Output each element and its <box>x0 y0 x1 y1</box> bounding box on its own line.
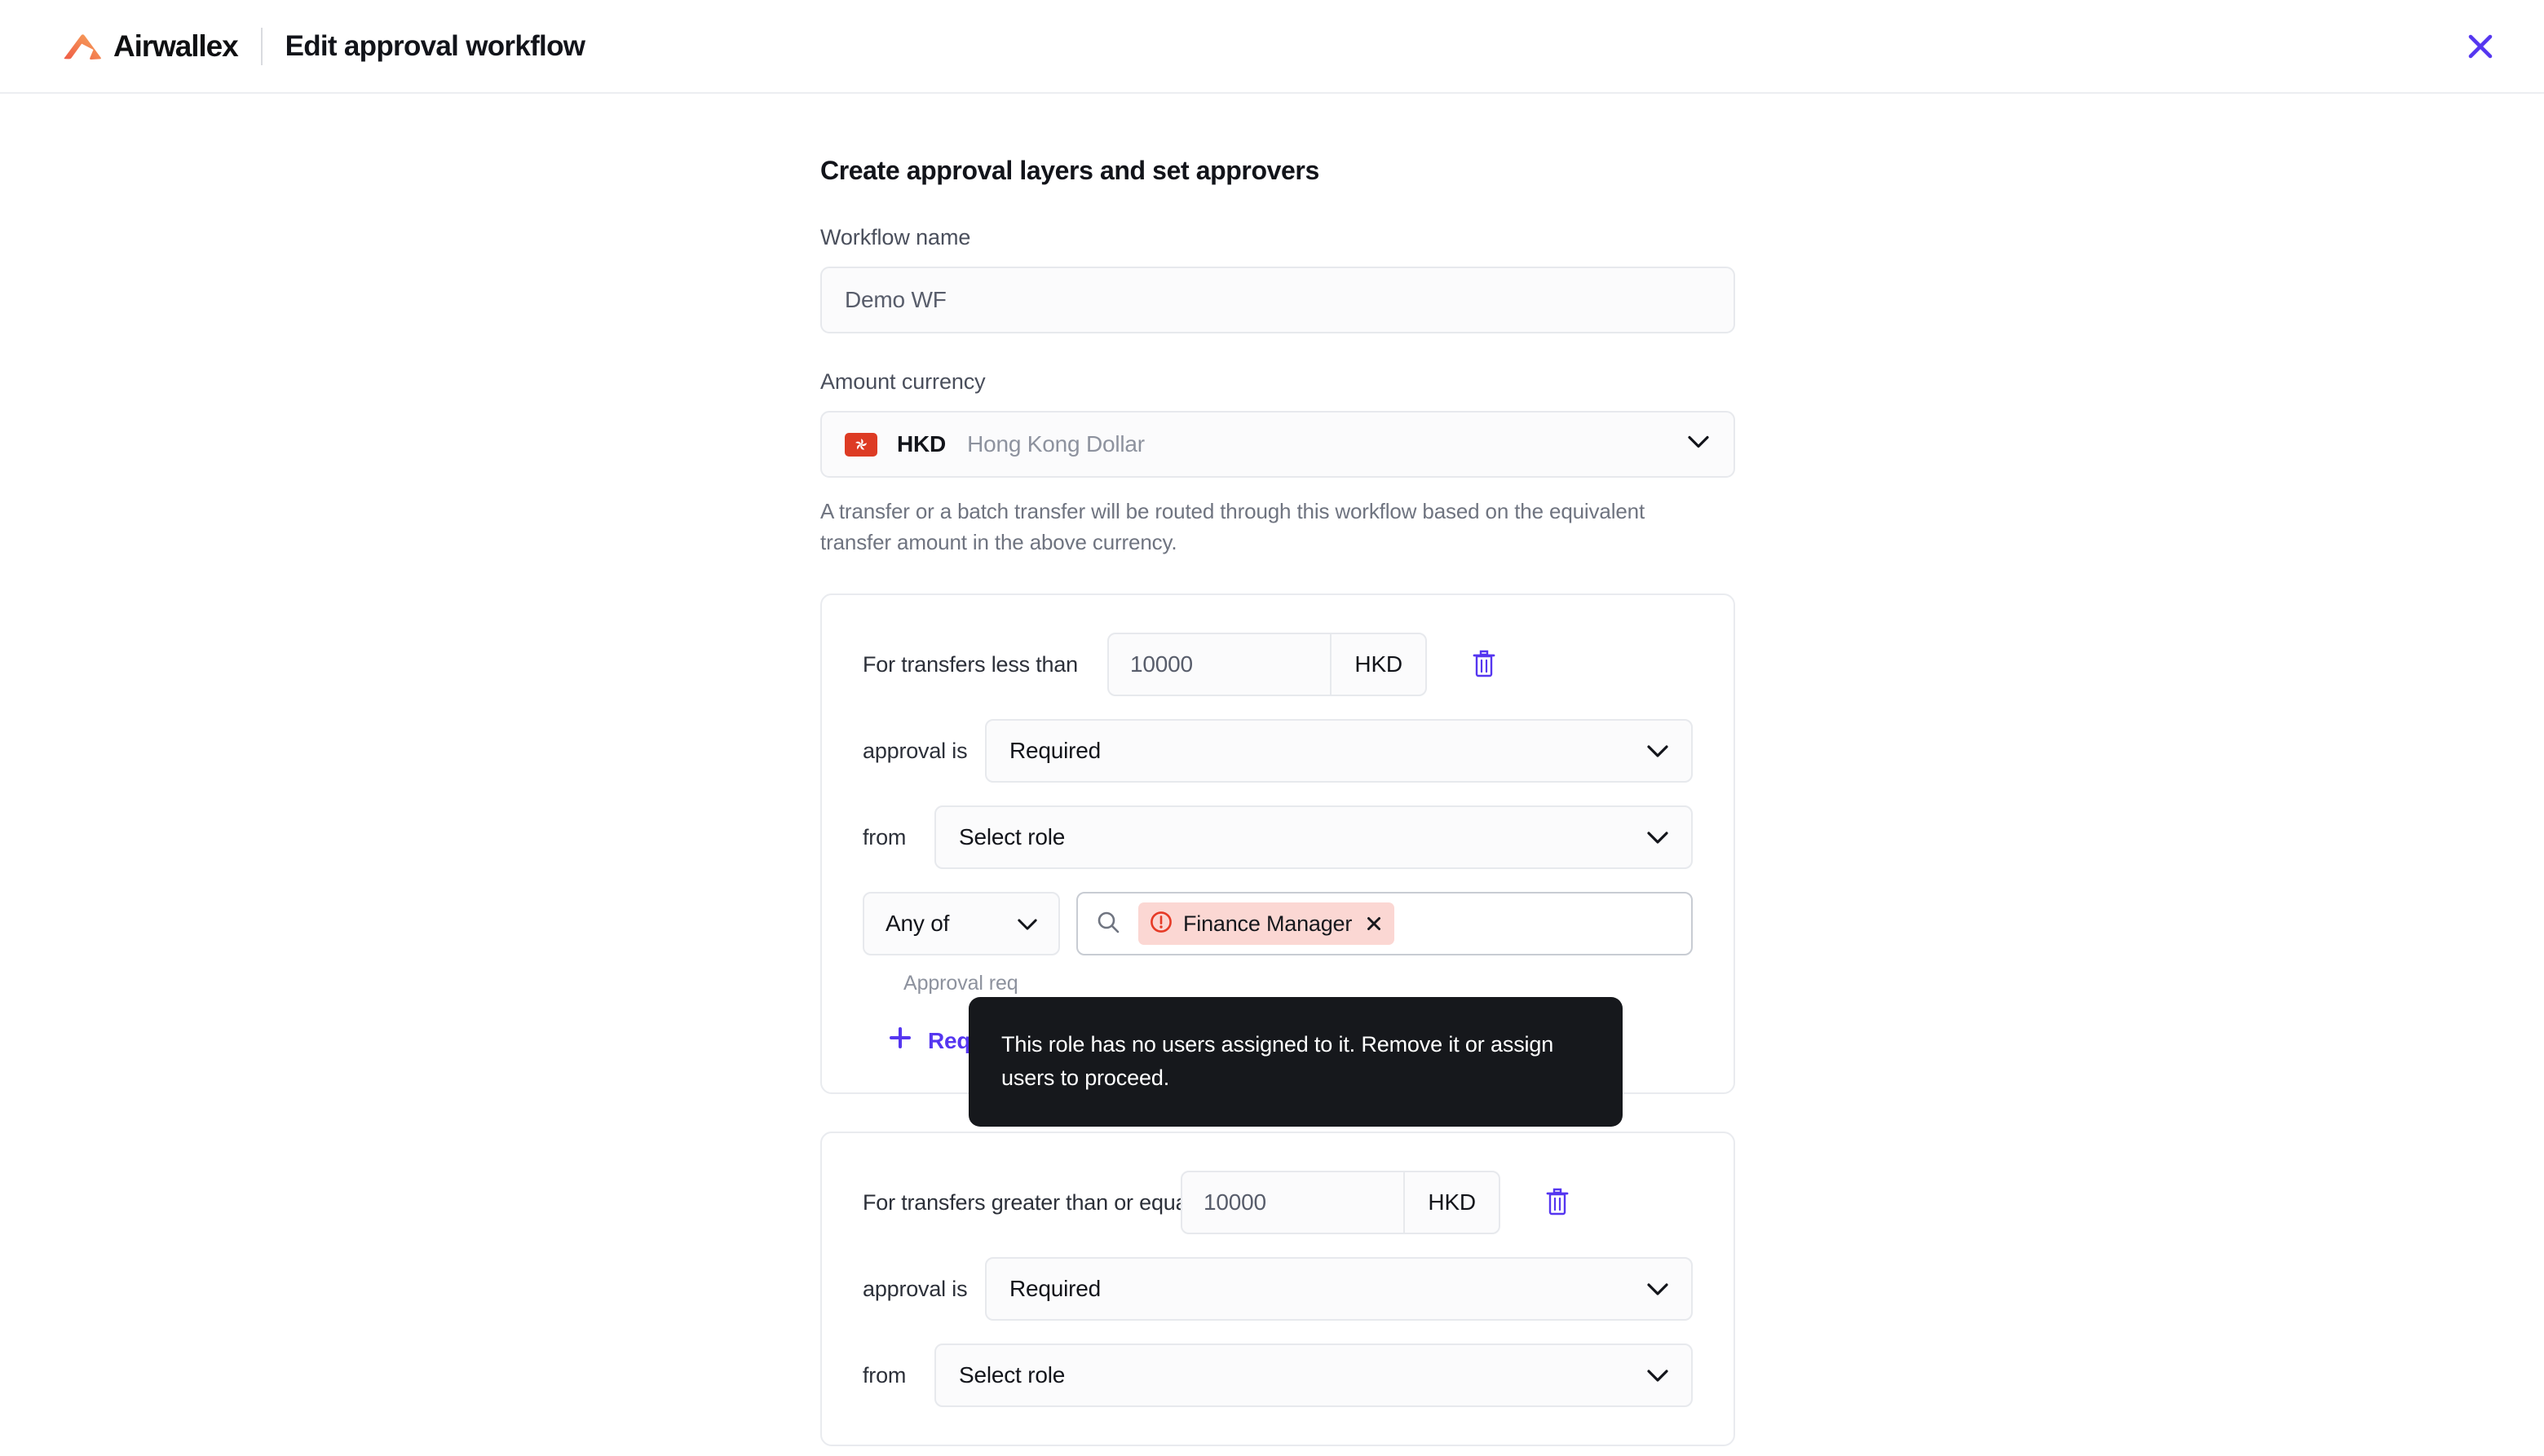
close-icon <box>2467 33 2494 60</box>
layer-roles-row: Any of <box>863 892 1693 955</box>
chevron-down-icon <box>1688 436 1709 453</box>
role-search-input[interactable]: Finance Manager <box>1076 892 1693 955</box>
currency-name: Hong Kong Dollar <box>967 431 1145 457</box>
role-source-value: Select role <box>959 1362 1065 1388</box>
amount-currency-helper: A transfer or a batch transfer will be r… <box>820 496 1701 558</box>
amount-threshold-input[interactable]: 10000 <box>1182 1172 1403 1233</box>
role-warning-tooltip: This role has no users assigned to it. R… <box>969 997 1623 1127</box>
layer-approval-row: approval is Required <box>863 1257 1693 1321</box>
app-header: Airwallex Edit approval workflow <box>0 0 2544 94</box>
layer-condition-row: For transfers less than 10000 HKD <box>863 633 1693 696</box>
delete-layer-button[interactable] <box>1535 1180 1580 1225</box>
layer-approval-row: approval is Required <box>863 719 1693 783</box>
layer-condition-label: For transfers greater than or equal to <box>863 1190 1181 1216</box>
approval-requirement-value: Required <box>1009 738 1101 764</box>
layer-condition-label: For transfers less than <box>863 652 1107 677</box>
chevron-down-icon <box>1018 911 1037 937</box>
chevron-down-icon <box>1647 1362 1668 1388</box>
chevron-down-icon <box>1647 738 1668 764</box>
chevron-down-icon <box>1647 824 1668 850</box>
chevron-down-icon <box>1647 1276 1668 1302</box>
layer-from-row: from Select role <box>863 805 1693 869</box>
workflow-name-field: Workflow name Demo WF <box>820 227 1735 333</box>
amount-currency-select[interactable]: HKD Hong Kong Dollar <box>820 411 1735 478</box>
layer-condition-row: For transfers greater than or equal to 1… <box>863 1171 1693 1234</box>
brand-name: Airwallex <box>113 31 238 61</box>
plus-icon <box>889 1026 912 1055</box>
section-title: Create approval layers and set approvers <box>820 156 1735 186</box>
role-source-select[interactable]: Select role <box>934 1343 1693 1407</box>
trash-icon <box>1472 650 1496 680</box>
role-chip[interactable]: Finance Manager <box>1138 902 1394 945</box>
role-chip-label: Finance Manager <box>1183 911 1352 937</box>
brand: Airwallex Edit approval workflow <box>62 0 585 92</box>
approval-requirement-value: Required <box>1009 1276 1101 1302</box>
search-icon <box>1096 910 1120 938</box>
airwallex-logo-icon <box>62 33 104 60</box>
amount-threshold-input[interactable]: 10000 <box>1109 634 1330 695</box>
delete-layer-button[interactable] <box>1461 642 1507 687</box>
role-source-value: Select role <box>959 824 1065 850</box>
hong-kong-flag-icon <box>845 433 877 457</box>
layer-from-label: from <box>863 1363 934 1388</box>
currency-code: HKD <box>897 431 946 457</box>
header-divider <box>261 28 263 65</box>
alert-circle-icon <box>1150 911 1173 938</box>
layer-from-row: from Select role <box>863 1343 1693 1407</box>
amount-currency-field: Amount currency HKD Hon <box>820 371 1735 558</box>
approval-requirement-note: Approval req <box>903 972 1693 995</box>
workflow-name-input[interactable]: Demo WF <box>820 267 1735 333</box>
workflow-name-label: Workflow name <box>820 227 1735 249</box>
quantifier-select[interactable]: Any of <box>863 892 1060 955</box>
layer-from-label: from <box>863 825 934 850</box>
amount-threshold-group: 10000 HKD <box>1181 1171 1500 1234</box>
amount-threshold-currency: HKD <box>1403 1172 1499 1233</box>
approval-requirement-select[interactable]: Required <box>985 1257 1693 1321</box>
close-button[interactable] <box>2459 25 2502 68</box>
form-column: Create approval layers and set approvers… <box>820 94 1735 1446</box>
amount-threshold-currency: HKD <box>1330 634 1425 695</box>
layer-approval-label: approval is <box>863 1277 985 1302</box>
page-title: Edit approval workflow <box>285 32 585 60</box>
amount-currency-label: Amount currency <box>820 371 1735 393</box>
amount-threshold-group: 10000 HKD <box>1107 633 1427 696</box>
role-source-select[interactable]: Select role <box>934 805 1693 869</box>
remove-role-chip-button[interactable] <box>1366 916 1382 932</box>
quantifier-value: Any of <box>886 911 949 937</box>
role-warning-tooltip-text: This role has no users assigned to it. R… <box>1001 1028 1590 1094</box>
approval-requirement-select[interactable]: Required <box>985 719 1693 783</box>
layer-approval-label: approval is <box>863 739 985 764</box>
content-scroll-area[interactable]: Create approval layers and set approvers… <box>0 94 2544 1456</box>
trash-icon <box>1545 1188 1570 1218</box>
approval-layer-card: For transfers greater than or equal to 1… <box>820 1132 1735 1446</box>
